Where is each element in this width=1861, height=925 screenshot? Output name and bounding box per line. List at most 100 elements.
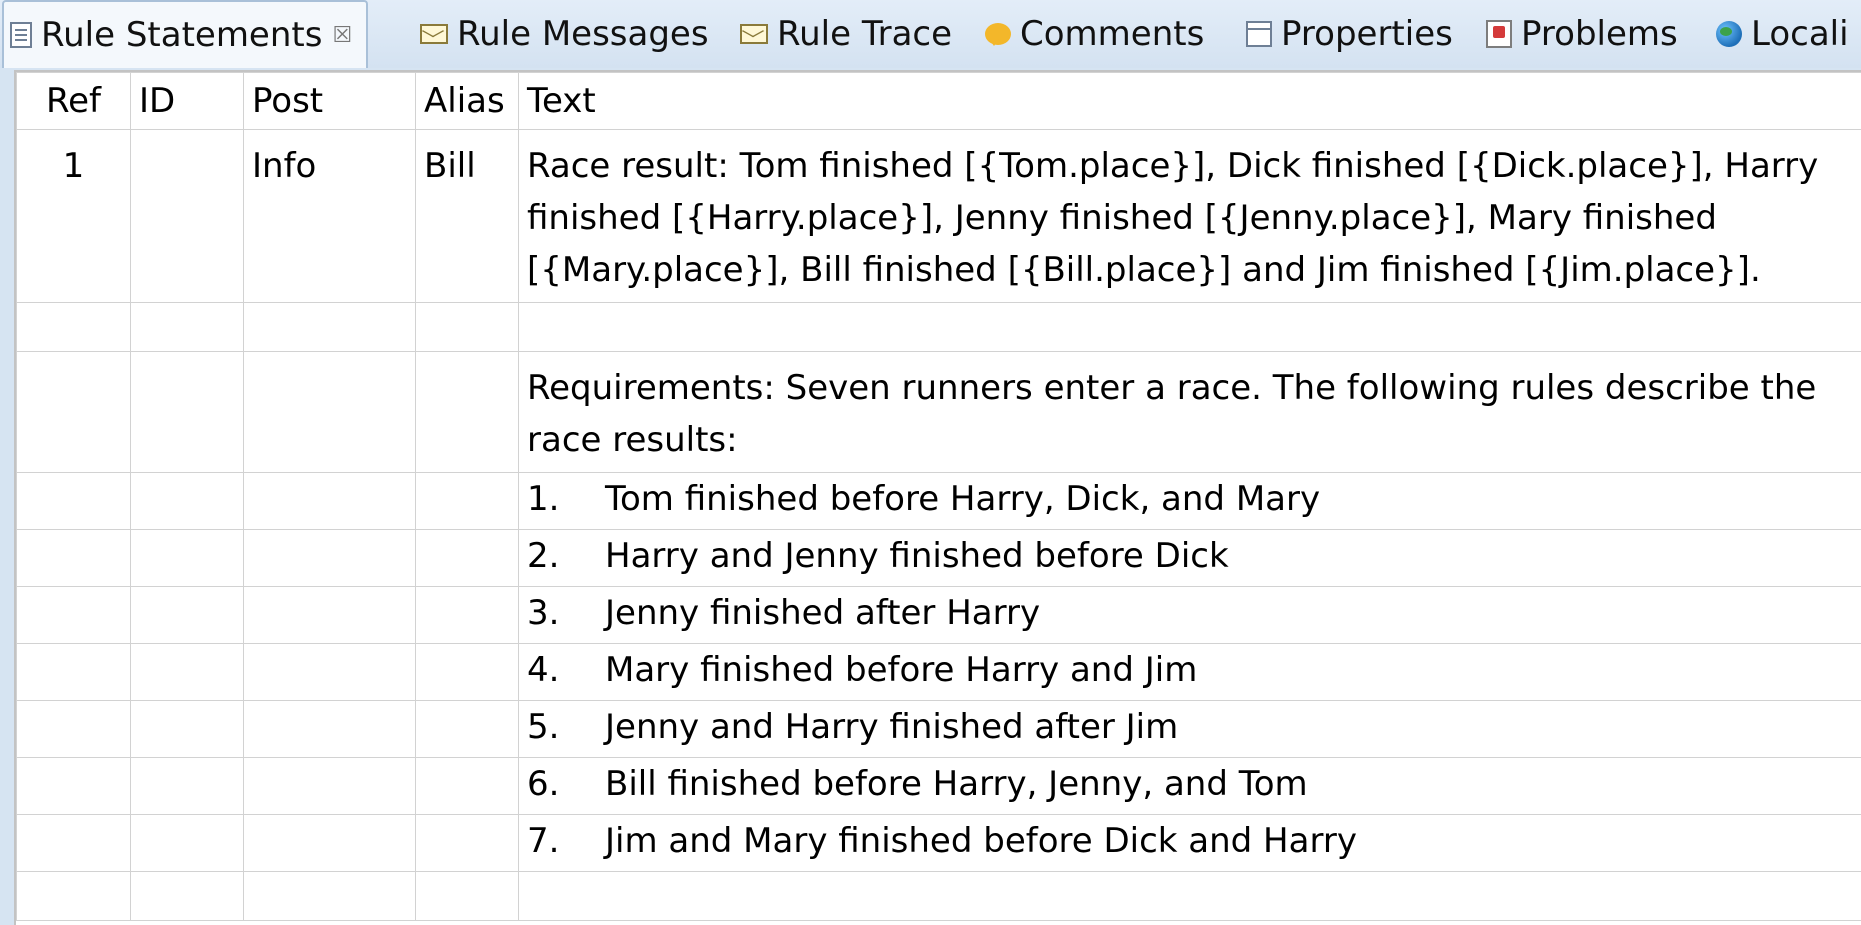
tab-rule-trace[interactable]: Rule Trace — [740, 0, 952, 68]
rule-text: Jenny finished after Harry — [605, 593, 1040, 633]
post-cell[interactable]: Info — [244, 130, 416, 303]
tab-localization[interactable]: Locali — [1716, 0, 1849, 68]
id-cell[interactable] — [131, 130, 244, 303]
text-cell[interactable]: 4.Mary finished before Harry and Jim — [519, 644, 1861, 701]
post-cell[interactable] — [244, 473, 416, 530]
post-cell[interactable] — [244, 701, 416, 758]
text-cell[interactable]: Requirements: Seven runners enter a race… — [519, 352, 1861, 473]
text-cell[interactable]: 2.Harry and Jenny finished before Dick — [519, 530, 1861, 587]
alias-cell[interactable] — [416, 701, 519, 758]
table-row[interactable]: 6.Bill finished before Harry, Jenny, and… — [17, 758, 1861, 815]
ref-cell[interactable] — [17, 872, 131, 921]
alias-cell[interactable] — [416, 815, 519, 872]
post-cell[interactable] — [244, 303, 416, 352]
id-cell[interactable] — [131, 530, 244, 587]
id-cell[interactable] — [131, 303, 244, 352]
tab-label: Rule Statements — [41, 15, 322, 55]
tab-label: Problems — [1521, 14, 1678, 54]
list-number: 6. — [527, 760, 605, 808]
alias-cell[interactable] — [416, 352, 519, 473]
ref-cell[interactable] — [17, 530, 131, 587]
ref-cell[interactable]: 1 — [17, 130, 131, 303]
column-header-text[interactable]: Text — [519, 73, 1861, 130]
table-row[interactable]: 1 Info Bill Race result: Tom finished [{… — [17, 130, 1861, 303]
table-row[interactable] — [17, 872, 1861, 921]
mail-icon — [420, 24, 448, 44]
post-cell[interactable] — [244, 352, 416, 473]
table-row[interactable] — [17, 303, 1861, 352]
globe-icon — [1716, 21, 1742, 47]
alias-cell[interactable] — [416, 644, 519, 701]
ref-cell[interactable] — [17, 587, 131, 644]
alias-cell[interactable] — [416, 473, 519, 530]
alias-cell[interactable] — [416, 758, 519, 815]
text-cell[interactable]: Race result: Tom finished [{Tom.place}],… — [519, 130, 1861, 303]
list-number: 2. — [527, 532, 605, 580]
table-row[interactable]: 4.Mary finished before Harry and Jim — [17, 644, 1861, 701]
close-icon[interactable]: ☒ — [332, 23, 352, 48]
tab-rule-messages[interactable]: Rule Messages — [420, 0, 709, 68]
table-row[interactable]: Requirements: Seven runners enter a race… — [17, 352, 1861, 473]
alias-cell[interactable] — [416, 587, 519, 644]
table-row[interactable]: 1.Tom finished before Harry, Dick, and M… — [17, 473, 1861, 530]
text-cell[interactable]: 6.Bill finished before Harry, Jenny, and… — [519, 758, 1861, 815]
text-line: race results: — [527, 414, 1861, 466]
table-row[interactable]: 3.Jenny finished after Harry — [17, 587, 1861, 644]
text-cell[interactable] — [519, 872, 1861, 921]
ref-cell[interactable] — [17, 473, 131, 530]
tab-label: Properties — [1281, 14, 1453, 54]
ref-cell[interactable] — [17, 815, 131, 872]
tab-label: Comments — [1020, 14, 1204, 54]
alias-cell[interactable] — [416, 530, 519, 587]
post-cell[interactable] — [244, 530, 416, 587]
post-cell[interactable] — [244, 758, 416, 815]
post-cell[interactable] — [244, 644, 416, 701]
text-cell[interactable]: 1.Tom finished before Harry, Dick, and M… — [519, 473, 1861, 530]
text-cell[interactable]: 7.Jim and Mary finished before Dick and … — [519, 815, 1861, 872]
tab-label: Locali — [1751, 14, 1849, 54]
alias-cell[interactable]: Bill — [416, 130, 519, 303]
table-row[interactable]: 5.Jenny and Harry finished after Jim — [17, 701, 1861, 758]
column-header-ref[interactable]: Ref — [17, 73, 131, 130]
tab-rule-statements[interactable]: Rule Statements ☒ — [2, 0, 368, 68]
alias-cell[interactable] — [416, 872, 519, 921]
rule-statements-panel: Ref ID Post Alias Text 1 Info Bill Race … — [14, 70, 1861, 925]
column-header-post[interactable]: Post — [244, 73, 416, 130]
post-cell[interactable] — [244, 815, 416, 872]
table-row[interactable]: 2.Harry and Jenny finished before Dick — [17, 530, 1861, 587]
post-cell[interactable] — [244, 587, 416, 644]
rule-text: Tom finished before Harry, Dick, and Mar… — [605, 479, 1320, 519]
ref-cell[interactable] — [17, 758, 131, 815]
list-number: 5. — [527, 703, 605, 751]
id-cell[interactable] — [131, 872, 244, 921]
text-line: Race result: Tom finished [{Tom.place}],… — [527, 140, 1861, 192]
text-cell[interactable] — [519, 303, 1861, 352]
ref-cell[interactable] — [17, 701, 131, 758]
rule-statements-table: Ref ID Post Alias Text 1 Info Bill Race … — [16, 72, 1861, 921]
column-header-alias[interactable]: Alias — [416, 73, 519, 130]
ref-cell[interactable] — [17, 644, 131, 701]
list-number: 3. — [527, 589, 605, 637]
id-cell[interactable] — [131, 644, 244, 701]
alias-cell[interactable] — [416, 303, 519, 352]
list-number: 7. — [527, 817, 605, 865]
text-cell[interactable]: 5.Jenny and Harry finished after Jim — [519, 701, 1861, 758]
tab-properties[interactable]: Properties — [1246, 0, 1453, 68]
id-cell[interactable] — [131, 587, 244, 644]
id-cell[interactable] — [131, 758, 244, 815]
tab-problems[interactable]: Problems — [1486, 0, 1678, 68]
tab-comments[interactable]: Comments — [985, 0, 1204, 68]
ref-cell[interactable] — [17, 303, 131, 352]
text-line: Requirements: Seven runners enter a race… — [527, 362, 1861, 414]
post-cell[interactable] — [244, 872, 416, 921]
table-row[interactable]: 7.Jim and Mary finished before Dick and … — [17, 815, 1861, 872]
id-cell[interactable] — [131, 473, 244, 530]
text-cell[interactable]: 3.Jenny finished after Harry — [519, 587, 1861, 644]
id-cell[interactable] — [131, 352, 244, 473]
column-header-id[interactable]: ID — [131, 73, 244, 130]
ref-cell[interactable] — [17, 352, 131, 473]
id-cell[interactable] — [131, 815, 244, 872]
mail-icon — [740, 24, 768, 44]
id-cell[interactable] — [131, 701, 244, 758]
comment-bubble-icon — [985, 23, 1011, 45]
